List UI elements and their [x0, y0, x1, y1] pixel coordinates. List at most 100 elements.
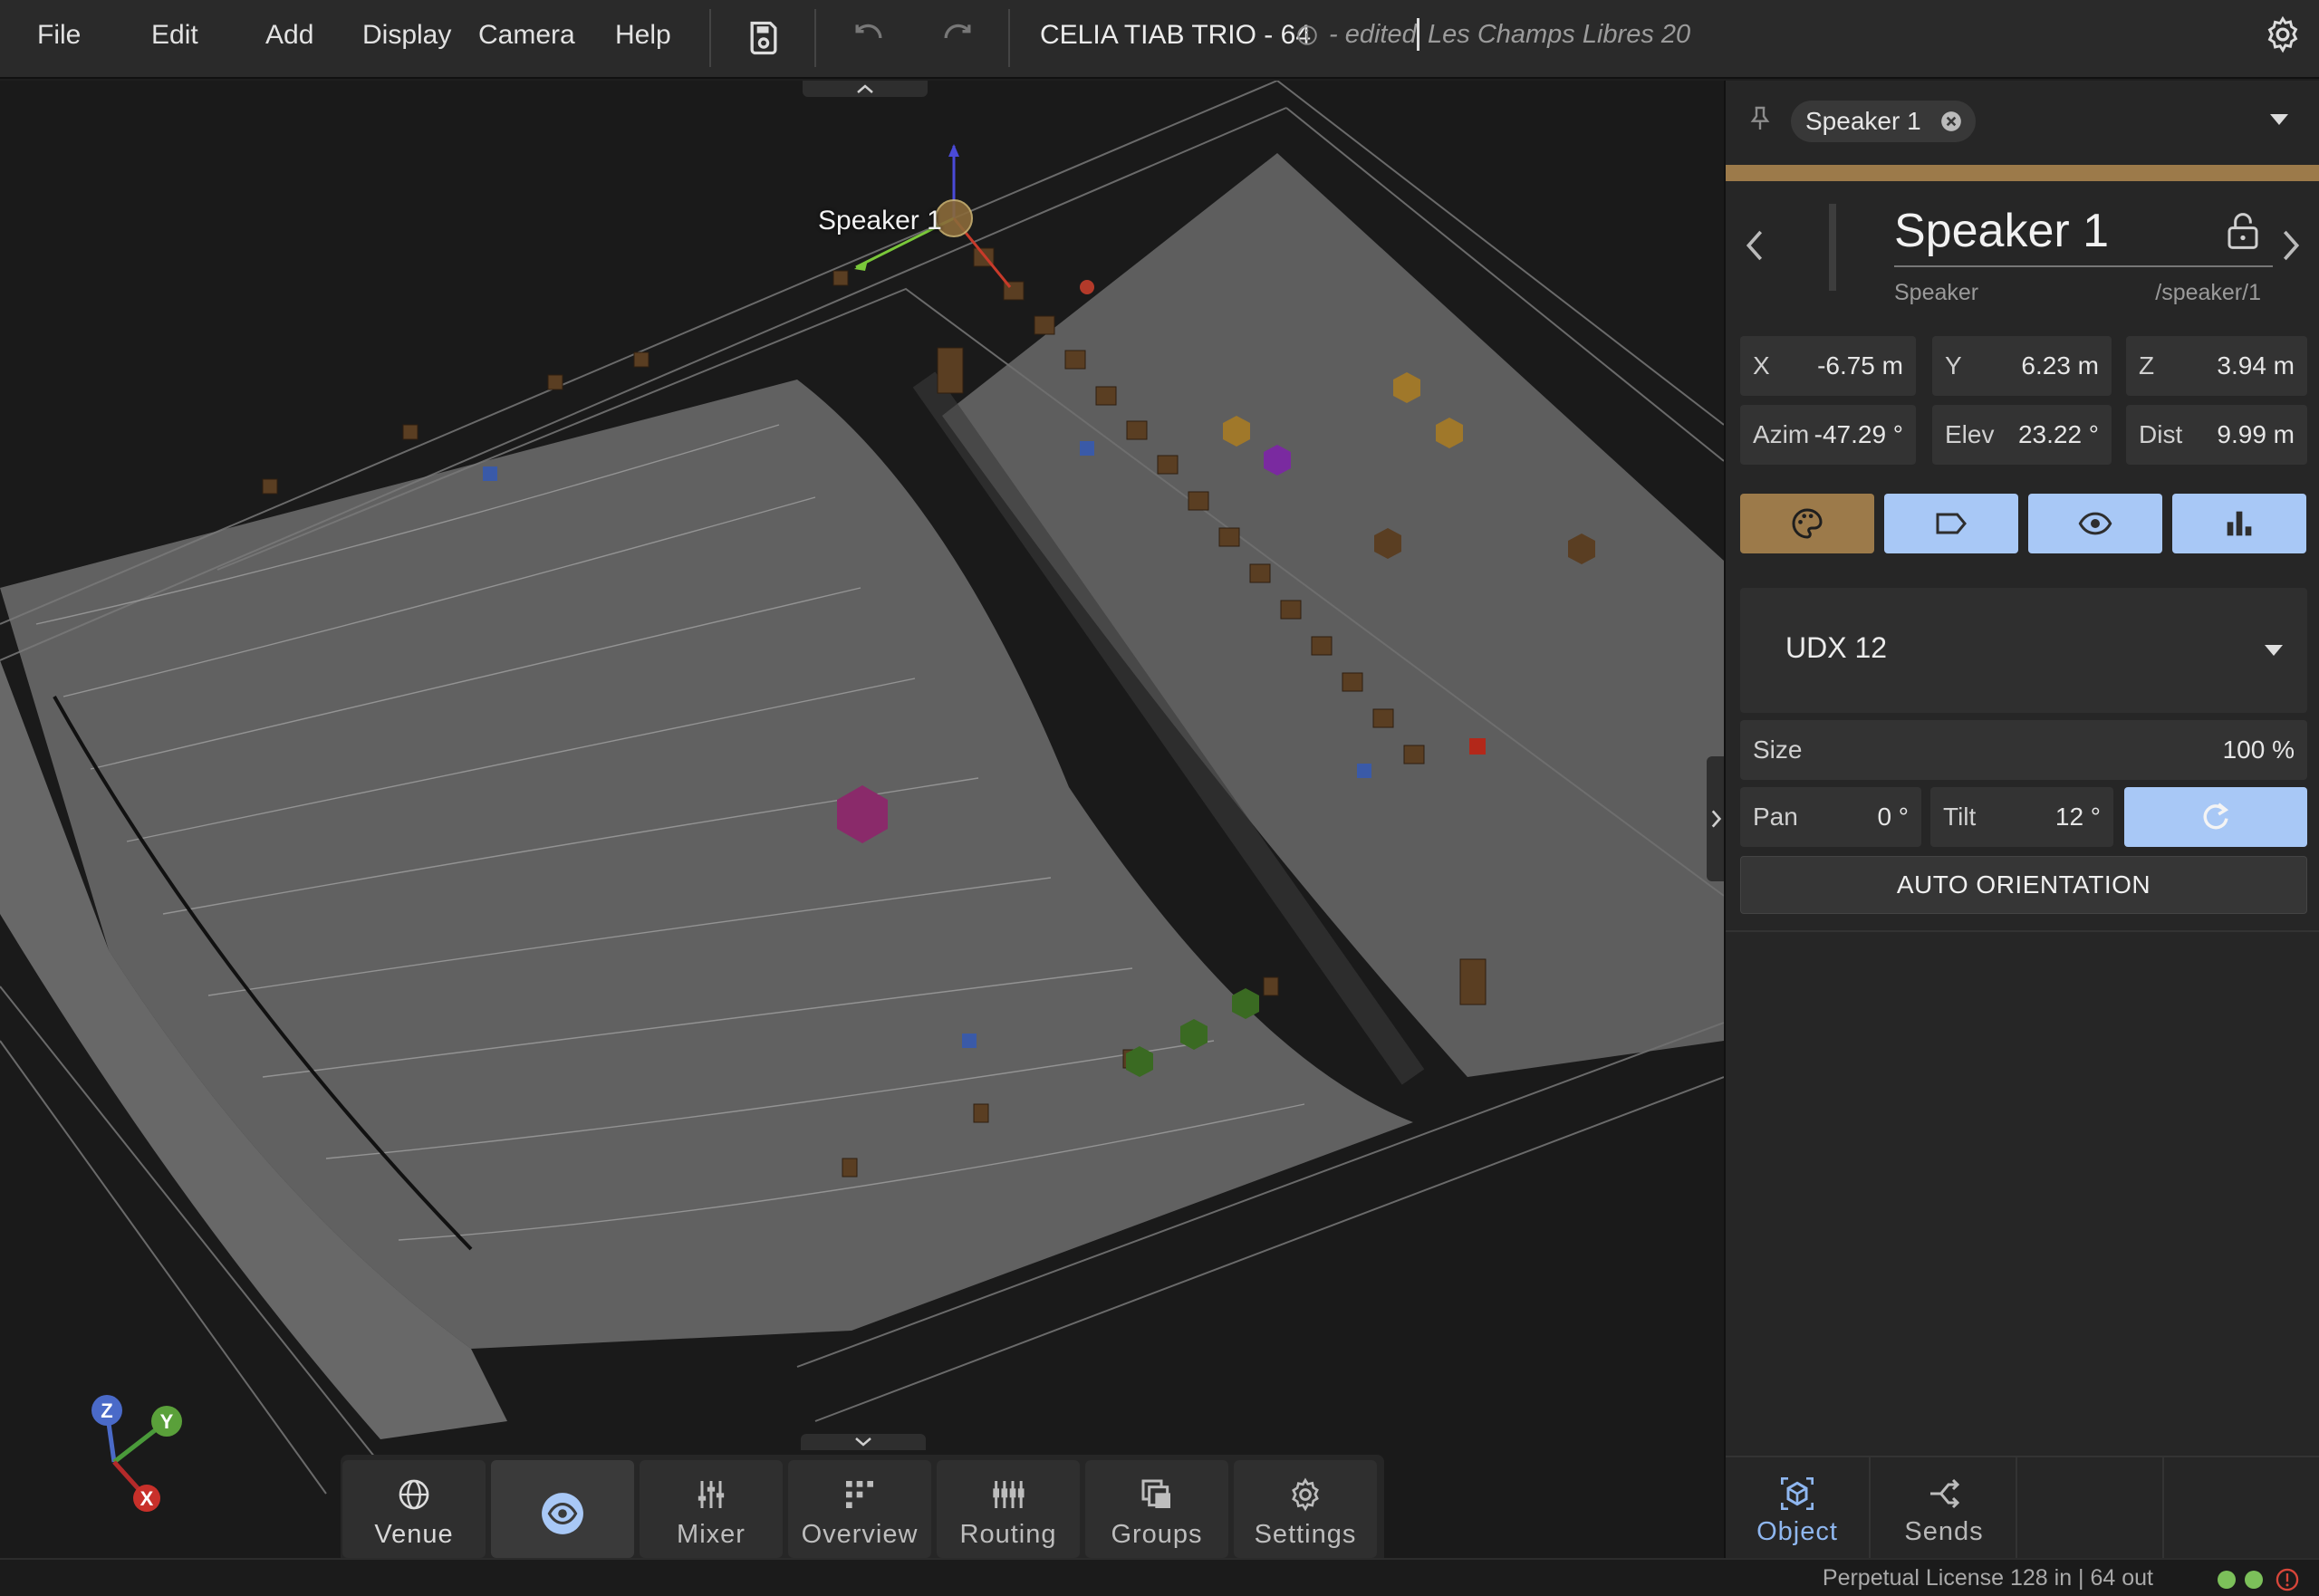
bar-chart-icon — [2227, 511, 2252, 536]
panel-toggle-handle[interactable] — [1707, 756, 1724, 881]
elevation-field[interactable]: Elev 23.22 ° — [1932, 405, 2112, 465]
selection-chip-label: Speaker 1 — [1805, 107, 1921, 135]
distance-label: Dist — [2139, 420, 2183, 448]
elevation-value[interactable]: 23.22 ° — [2018, 420, 2099, 449]
mixer-button[interactable]: Mixer — [640, 1460, 783, 1558]
pan-field[interactable]: Pan 0 ° — [1740, 787, 1921, 847]
axes-gizmo[interactable]: Z Y X — [82, 1385, 208, 1512]
tab-sends-label: Sends — [1904, 1517, 1984, 1546]
speaker-model-value: UDX 12 — [1785, 631, 1888, 664]
azimuth-value[interactable]: -47.29 ° — [1814, 420, 1903, 449]
chevron-left-icon[interactable] — [1744, 227, 1766, 264]
save-icon[interactable] — [744, 18, 784, 58]
redo-icon[interactable] — [938, 18, 977, 58]
position-y-field[interactable]: Y 6.23 m — [1932, 336, 2112, 396]
distance-field[interactable]: Dist 9.99 m — [2126, 405, 2307, 465]
sends-icon — [1930, 1478, 1960, 1509]
toolbar-divider — [814, 9, 816, 67]
collapse-bottom-handle[interactable] — [801, 1434, 926, 1450]
azimuth-field[interactable]: Azim -47.29 ° — [1740, 405, 1916, 465]
routing-button[interactable]: Routing — [937, 1460, 1080, 1558]
meter-mode-button[interactable] — [2172, 494, 2306, 553]
selection-chip[interactable]: Speaker 1 — [1791, 101, 1976, 142]
label-mode-button[interactable] — [1884, 494, 2018, 553]
size-field[interactable]: Size 100 % — [1740, 720, 2307, 780]
position-y-value[interactable]: 6.23 m — [2021, 351, 2099, 380]
azimuth-label: Azim — [1753, 420, 1810, 448]
position-x-value[interactable]: -6.75 m — [1817, 351, 1903, 380]
tab-sends[interactable]: Sends — [1872, 1457, 2017, 1560]
groups-button[interactable]: Groups — [1085, 1460, 1228, 1558]
overview-button[interactable]: Overview — [788, 1460, 931, 1558]
menu-help[interactable]: Help — [615, 20, 671, 51]
info-icon[interactable] — [1295, 24, 1319, 47]
view-toggle-button[interactable] — [491, 1460, 634, 1558]
globe-icon — [399, 1479, 429, 1510]
venue-button[interactable]: Venue — [342, 1460, 486, 1558]
menubar: File Edit Add Display Camera Help CELIA … — [0, 0, 2319, 79]
menu-add[interactable]: Add — [265, 20, 313, 51]
auto-orientation-button[interactable]: AUTO ORIENTATION — [1740, 856, 2307, 914]
object-path: /speaker/1 — [2155, 280, 2261, 305]
object-name[interactable]: Speaker 1 — [1894, 204, 2109, 258]
position-y-label: Y — [1945, 351, 1962, 380]
cube-icon — [1781, 1477, 1814, 1510]
undo-icon[interactable] — [849, 18, 889, 58]
pan-label: Pan — [1753, 803, 1798, 831]
venue-3d-scene[interactable] — [0, 81, 1724, 1558]
tab-object[interactable]: Object — [1726, 1457, 1871, 1560]
color-mode-button[interactable] — [1740, 494, 1874, 553]
settings-label: Settings — [1254, 1520, 1357, 1549]
tilt-label: Tilt — [1943, 803, 1977, 831]
reset-orientation-button[interactable] — [2124, 787, 2307, 847]
status-bar: Perpetual License 128 in | 64 out — [0, 1558, 2319, 1596]
name-underline — [1894, 265, 2273, 267]
edited-indicator: - edited — [1329, 20, 1417, 49]
position-z-label: Z — [2139, 351, 2155, 380]
object-inspector-panel: Speaker 1 Speaker 1 Speaker /speaker/1 X… — [1724, 81, 2319, 1560]
position-z-field[interactable]: Z 3.94 m — [2126, 336, 2307, 396]
title-divider — [1417, 18, 1419, 51]
menu-display[interactable]: Display — [362, 20, 451, 51]
distance-value[interactable]: 9.99 m — [2217, 420, 2295, 449]
3d-viewport[interactable]: Speaker 1 Z Y X — [0, 81, 1724, 1558]
chevron-right-icon[interactable] — [2280, 227, 2302, 264]
tilt-field[interactable]: Tilt 12 ° — [1930, 787, 2113, 847]
input-status-led — [2218, 1571, 2236, 1589]
size-value[interactable]: 100 % — [2223, 736, 2295, 764]
bottom-toolbar: Venue Mixer Overview Routing Groups Sett… — [341, 1455, 1384, 1558]
warning-icon[interactable] — [2275, 1567, 2300, 1592]
position-x-field[interactable]: X -6.75 m — [1740, 336, 1916, 396]
object-type: Speaker — [1894, 280, 1979, 305]
name-accent-bar — [1829, 204, 1836, 291]
venue-label: Venue — [374, 1520, 454, 1549]
position-z-value[interactable]: 3.94 m — [2217, 351, 2295, 380]
chevron-down-icon — [855, 1437, 871, 1447]
selected-object-label: Speaker 1 — [818, 206, 942, 236]
inspector-tabs: Object Sends — [1726, 1456, 2319, 1560]
menu-edit[interactable]: Edit — [151, 20, 198, 51]
routing-label: Routing — [959, 1520, 1057, 1549]
collapse-top-handle[interactable] — [803, 81, 928, 97]
lock-icon[interactable] — [2225, 211, 2261, 251]
object-color-strip — [1726, 165, 2319, 181]
toolbar-divider — [709, 9, 711, 67]
close-icon[interactable] — [1939, 110, 1963, 133]
speaker-model-select[interactable]: UDX 12 — [1740, 588, 2307, 713]
routing-icon — [993, 1481, 1025, 1508]
tag-icon — [1936, 513, 1967, 534]
axis-y-label: Y — [160, 1410, 174, 1433]
gear-icon[interactable] — [2263, 14, 2303, 54]
tilt-value[interactable]: 12 ° — [2055, 803, 2101, 832]
visibility-mode-button[interactable] — [2028, 494, 2162, 553]
pin-icon[interactable] — [1746, 104, 1775, 133]
chevron-up-icon — [857, 84, 873, 93]
grid-icon — [846, 1481, 873, 1508]
gear-icon — [1292, 1477, 1319, 1512]
pan-value[interactable]: 0 ° — [1877, 803, 1909, 832]
output-status-led — [2245, 1571, 2263, 1589]
menu-camera[interactable]: Camera — [478, 20, 575, 51]
settings-button[interactable]: Settings — [1234, 1460, 1377, 1558]
caret-down-icon[interactable] — [2269, 113, 2289, 126]
menu-file[interactable]: File — [37, 20, 81, 51]
